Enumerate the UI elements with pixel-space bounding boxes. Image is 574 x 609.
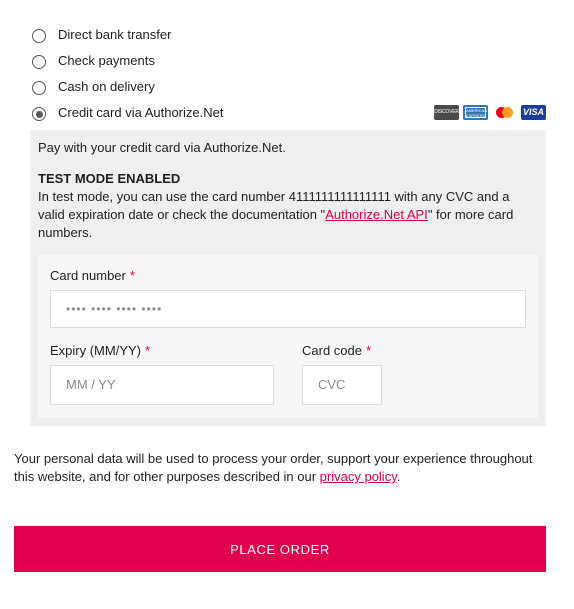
- test-mode-title: TEST MODE ENABLED: [38, 171, 181, 186]
- credit-card-label[interactable]: Credit card via Authorize.Net: [58, 105, 223, 121]
- card-number-label: Card number *: [50, 268, 135, 283]
- panel-intro-text: Pay with your credit card via Authorize.…: [38, 140, 286, 155]
- privacy-text-after: .: [396, 469, 401, 484]
- payment-method-credit-card[interactable]: Credit card via Authorize.Net DISCOVER A…: [30, 102, 546, 128]
- payment-method-check[interactable]: Check payments: [30, 50, 546, 76]
- required-asterisk: *: [129, 268, 135, 283]
- card-code-input[interactable]: CVC: [302, 365, 382, 405]
- place-order-button[interactable]: PLACE ORDER: [14, 526, 546, 572]
- visa-icon: VISA: [521, 105, 546, 120]
- required-asterisk: *: [365, 343, 372, 358]
- bank-transfer-radio[interactable]: [32, 29, 46, 43]
- mastercard-icon: [492, 105, 517, 120]
- expiry-label: Expiry (MM/YY) *: [50, 343, 151, 358]
- privacy-policy-link[interactable]: privacy policy: [320, 469, 397, 484]
- payment-method-bank-transfer[interactable]: Direct bank transfer: [30, 24, 546, 50]
- payment-method-cod[interactable]: Cash on delivery: [30, 76, 546, 102]
- bank-transfer-label[interactable]: Direct bank transfer: [58, 27, 171, 43]
- authorize-net-api-link[interactable]: Authorize.Net API: [325, 207, 428, 222]
- card-brand-icons: DISCOVER AMERICAN EXPRESS VISA: [434, 105, 546, 120]
- required-asterisk: *: [145, 343, 151, 358]
- credit-card-panel: Pay with your credit card via Authorize.…: [30, 130, 546, 426]
- test-mode-description: In test mode, you can use the card numbe…: [38, 188, 538, 242]
- check-payments-radio[interactable]: [32, 55, 46, 69]
- credit-card-radio[interactable]: [32, 107, 46, 121]
- amex-icon: AMERICAN EXPRESS: [463, 105, 488, 120]
- card-code-label: Card code *: [302, 343, 372, 358]
- expiry-input[interactable]: MM / YY: [50, 365, 274, 405]
- discover-icon: DISCOVER: [434, 105, 459, 120]
- card-form: Card number * •••• •••• •••• •••• Expiry …: [38, 255, 538, 418]
- card-number-input[interactable]: •••• •••• •••• ••••: [50, 290, 526, 328]
- privacy-text-before: Your personal data will be used to proce…: [14, 451, 533, 484]
- check-payments-label[interactable]: Check payments: [58, 53, 155, 69]
- cash-on-delivery-radio[interactable]: [32, 81, 46, 95]
- cash-on-delivery-label[interactable]: Cash on delivery: [58, 79, 155, 95]
- privacy-notice: Your personal data will be used to proce…: [14, 450, 554, 486]
- payment-methods-list: Direct bank transfer Check payments Cash…: [30, 24, 546, 128]
